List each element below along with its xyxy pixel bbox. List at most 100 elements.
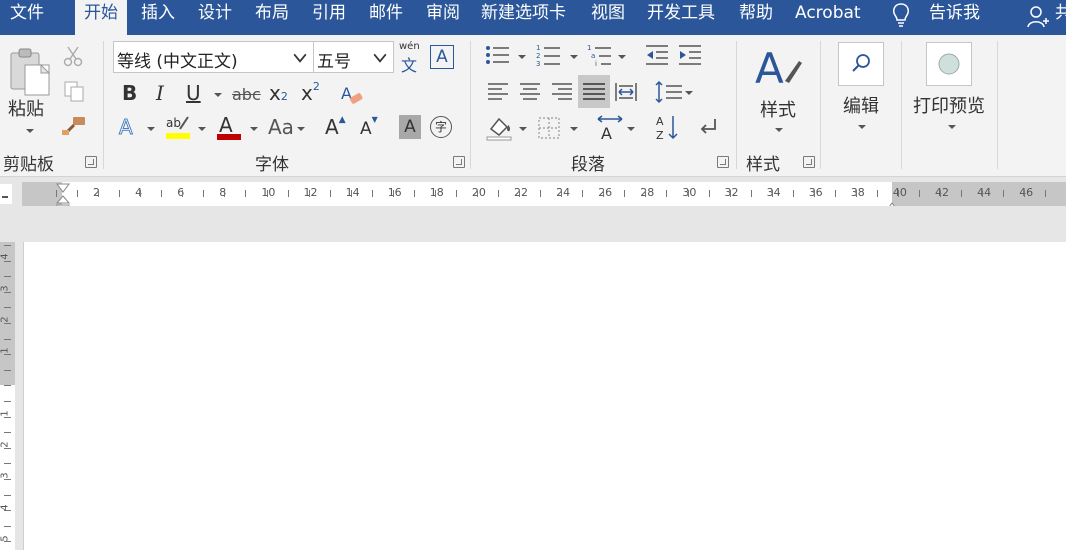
text-highlight-icon[interactable]: ab xyxy=(164,113,192,145)
vertical-ruler[interactable]: 432112345 xyxy=(0,242,15,550)
tell-me-search[interactable]: 告诉我 xyxy=(929,0,980,35)
subscript-button[interactable]: x2 xyxy=(269,81,288,105)
underline-button[interactable]: U xyxy=(186,81,201,105)
styles-icon[interactable]: A xyxy=(755,43,803,95)
shrink-font-button[interactable]: A▼ xyxy=(360,115,378,139)
font-dialog-launcher[interactable] xyxy=(453,156,465,168)
tab-review[interactable]: 审阅 xyxy=(426,0,460,35)
font-color-dropdown-arrow[interactable] xyxy=(250,127,258,131)
search-icon[interactable] xyxy=(838,42,884,86)
editing-button[interactable]: 编辑 xyxy=(843,92,879,118)
numbering-dropdown-arrow[interactable] xyxy=(570,55,578,59)
bullets-icon[interactable] xyxy=(485,44,511,70)
paste-button[interactable]: 粘贴 xyxy=(8,95,44,121)
paste-dropdown-arrow[interactable] xyxy=(26,129,34,133)
vruler-tick xyxy=(4,510,11,512)
tab-design[interactable]: 设计 xyxy=(198,0,232,35)
tab-references[interactable]: 引用 xyxy=(312,0,346,35)
sort-icon[interactable]: AZ xyxy=(655,113,681,145)
strikethrough-button[interactable]: abc xyxy=(232,85,261,104)
chinese-layout-dropdown-arrow[interactable] xyxy=(627,127,635,131)
tab-insert[interactable]: 插入 xyxy=(141,0,175,35)
document-page[interactable] xyxy=(23,242,1066,550)
chevron-down-icon[interactable] xyxy=(290,52,310,66)
styles-button[interactable]: 样式 xyxy=(760,96,796,122)
paste-icon[interactable] xyxy=(9,47,53,101)
vruler-tick xyxy=(4,541,11,543)
print-preview-icon[interactable] xyxy=(926,42,972,86)
shading-icon[interactable] xyxy=(485,115,513,145)
tab-layout[interactable]: 布局 xyxy=(255,0,289,35)
ruler-number: 22 xyxy=(514,186,528,199)
tab-view[interactable]: 视图 xyxy=(591,0,625,35)
tab-file[interactable]: 文件 xyxy=(10,0,44,35)
chinese-layout-icon[interactable]: A xyxy=(596,115,624,145)
tab-help[interactable]: 帮助 xyxy=(739,0,773,35)
increase-indent-icon[interactable] xyxy=(677,44,703,70)
chevron-down-icon[interactable] xyxy=(370,52,390,66)
ruler-tick xyxy=(1024,190,1026,197)
print-preview-dropdown-arrow[interactable] xyxy=(948,125,956,129)
copy-icon[interactable] xyxy=(63,80,85,106)
align-center-icon[interactable] xyxy=(518,80,542,108)
italic-button[interactable]: I xyxy=(156,81,164,105)
grow-arrow-icon: ▲ xyxy=(338,115,346,125)
share-user-icon[interactable] xyxy=(1027,5,1049,33)
grow-font-button[interactable]: A▲ xyxy=(325,115,346,139)
font-name-combo[interactable]: 等线 (中文正文) xyxy=(113,41,314,73)
borders-icon[interactable] xyxy=(537,116,561,144)
justify-icon[interactable] xyxy=(578,75,610,108)
character-shading-button[interactable]: A xyxy=(399,115,421,139)
shading-dropdown-arrow[interactable] xyxy=(519,127,527,131)
tab-acrobat[interactable]: Acrobat xyxy=(795,0,861,35)
clear-formatting-icon[interactable]: A xyxy=(340,83,364,111)
vruler-tick xyxy=(4,447,11,449)
print-preview-button[interactable]: 打印预览 xyxy=(913,92,985,118)
tab-developer[interactable]: 开发工具 xyxy=(647,0,715,35)
font-size-combo[interactable]: 五号 xyxy=(313,41,394,73)
underline-dropdown-arrow[interactable] xyxy=(214,93,222,97)
phonetic-guide-button[interactable]: wén 文 xyxy=(398,41,422,75)
editing-dropdown-arrow[interactable] xyxy=(858,125,866,129)
clipboard-dialog-launcher[interactable] xyxy=(85,156,97,168)
align-left-icon[interactable] xyxy=(486,80,510,108)
tab-selector[interactable] xyxy=(0,184,12,204)
vruler-tick xyxy=(4,245,11,246)
text-effects-icon[interactable]: A xyxy=(118,115,140,143)
enclose-characters-button[interactable]: 字 xyxy=(430,116,452,138)
ruler-number: 30 xyxy=(682,186,697,199)
bullets-dropdown-arrow[interactable] xyxy=(518,55,526,59)
text-effects-dropdown-arrow[interactable] xyxy=(147,127,155,131)
styles-dialog-launcher[interactable] xyxy=(803,156,815,168)
tab-mailings[interactable]: 邮件 xyxy=(369,0,403,35)
format-painter-icon[interactable] xyxy=(61,115,87,141)
tab-share-partial[interactable]: 共 xyxy=(1055,0,1066,35)
show-hide-marks-icon[interactable] xyxy=(697,117,719,143)
numbering-icon[interactable]: 123 xyxy=(536,43,562,71)
multilevel-list-icon[interactable]: 1ai xyxy=(587,43,613,71)
character-border-button[interactable]: A xyxy=(430,45,454,69)
line-spacing-icon[interactable] xyxy=(654,80,684,108)
styles-dropdown-arrow[interactable] xyxy=(775,128,783,132)
ruler-number: 20 xyxy=(471,186,486,199)
superscript-button[interactable]: x2 xyxy=(301,80,320,105)
change-case-dropdown-arrow[interactable] xyxy=(297,127,305,131)
horizontal-ruler[interactable]: 2 4 6 8 10 12 14 16 18 20 22 24 26 28 30 32 34 36 38 40 42 44… xyxy=(22,182,1066,206)
tab-new-tab[interactable]: 新建选项卡 xyxy=(481,0,566,35)
highlight-dropdown-arrow[interactable] xyxy=(198,127,206,131)
ruler-tick xyxy=(982,190,984,197)
tab-home[interactable]: 开始 xyxy=(75,0,127,35)
bold-button[interactable]: B xyxy=(122,81,137,105)
decrease-indent-icon[interactable] xyxy=(644,44,670,70)
line-spacing-dropdown-arrow[interactable] xyxy=(685,91,693,95)
font-color-icon[interactable]: A xyxy=(215,113,243,145)
borders-dropdown-arrow[interactable] xyxy=(570,127,578,131)
svg-text:A: A xyxy=(601,124,612,141)
align-right-icon[interactable] xyxy=(550,80,574,108)
multilevel-dropdown-arrow[interactable] xyxy=(618,55,626,59)
change-case-button[interactable]: Aa xyxy=(268,115,294,139)
cut-icon[interactable] xyxy=(62,45,84,71)
paragraph-dialog-launcher[interactable] xyxy=(717,156,729,168)
lightbulb-icon[interactable] xyxy=(890,2,912,32)
distributed-icon[interactable] xyxy=(614,80,638,108)
